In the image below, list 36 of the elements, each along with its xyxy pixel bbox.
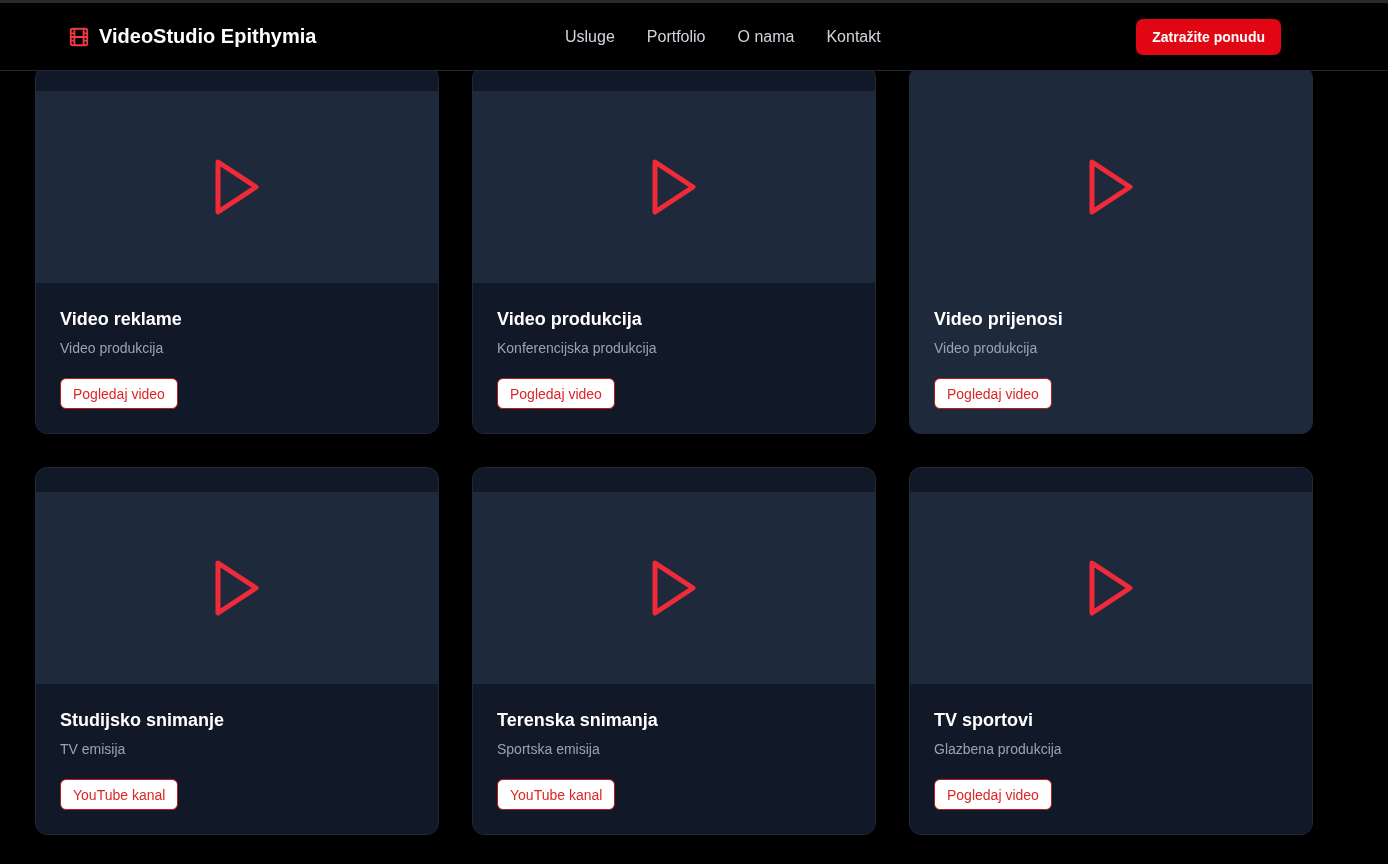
- play-icon: [651, 559, 697, 617]
- video-thumbnail[interactable]: [473, 91, 875, 283]
- quote-button[interactable]: Zatražite ponudu: [1136, 18, 1281, 55]
- video-thumbnail[interactable]: [473, 492, 875, 684]
- card-title: TV sportovi: [934, 710, 1033, 731]
- card-action-button[interactable]: YouTube kanal: [60, 779, 179, 810]
- card-subtitle: TV emisija: [60, 741, 126, 757]
- card-title: Video reklame: [60, 309, 182, 330]
- play-icon: [651, 158, 697, 216]
- card-title: Video prijenosi: [934, 309, 1063, 330]
- nav-link[interactable]: Kontakt: [826, 27, 881, 46]
- card-subtitle: Video produkcija: [60, 340, 164, 356]
- nav-link[interactable]: Usluge: [565, 27, 615, 46]
- card-subtitle: Glazbena produkcija: [934, 741, 1062, 757]
- video-thumbnail[interactable]: [910, 492, 1312, 684]
- card-action-button[interactable]: Pogledaj video: [60, 378, 178, 409]
- play-icon: [1088, 158, 1134, 216]
- play-icon: [214, 158, 260, 216]
- nav-link[interactable]: O nama: [737, 27, 795, 46]
- play-icon: [214, 559, 260, 617]
- card-action-button[interactable]: Pogledaj video: [934, 378, 1052, 409]
- card-subtitle: Konferencijska produkcija: [497, 340, 657, 356]
- video-thumbnail[interactable]: [36, 91, 438, 283]
- card-subtitle: Sportska emisija: [497, 741, 600, 757]
- film-icon: [68, 25, 90, 48]
- site-logo[interactable]: VideoStudio Epithymia: [99, 25, 317, 48]
- card-subtitle: Video produkcija: [934, 340, 1038, 356]
- nav-link[interactable]: Portfolio: [646, 27, 706, 46]
- card-action-button[interactable]: YouTube kanal: [497, 779, 616, 810]
- play-icon: [1088, 559, 1134, 617]
- card-title: Video produkcija: [497, 309, 642, 330]
- video-thumbnail[interactable]: [36, 492, 438, 684]
- card-action-button[interactable]: Pogledaj video: [934, 779, 1052, 810]
- card-title: Studijsko snimanje: [60, 710, 225, 731]
- card-title: Terenska snimanja: [497, 710, 658, 731]
- card-action-button[interactable]: Pogledaj video: [497, 378, 615, 409]
